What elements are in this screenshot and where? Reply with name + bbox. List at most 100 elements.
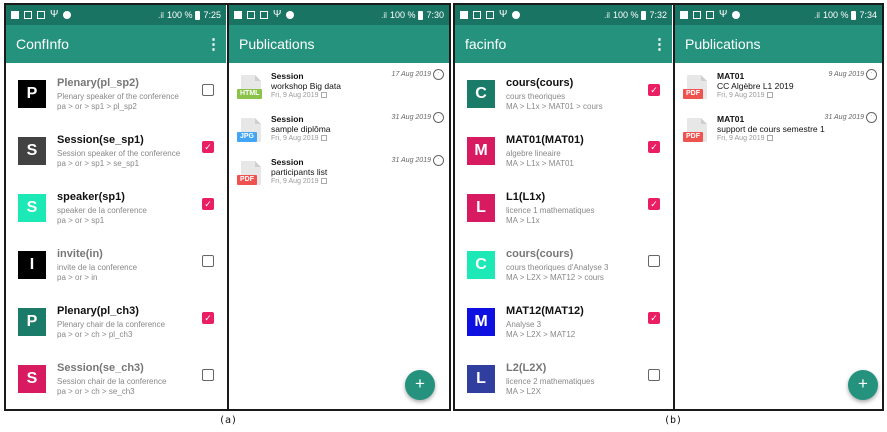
- publication-list: HTML Session workshop Big data Fri, 9 Aug 2…: [229, 63, 449, 200]
- item-checkbox[interactable]: [202, 255, 214, 267]
- list-item[interactable]: P Plenary(pl_ch3) Plenary chair de la conf…: [6, 297, 226, 354]
- add-button[interactable]: +: [848, 370, 878, 400]
- item-subtitle: licence 1 mathematiques: [506, 206, 595, 215]
- status-time: 7:30: [426, 10, 444, 20]
- more-vert-icon[interactable]: ⋮: [652, 35, 667, 53]
- list-item[interactable]: L L1(L1x) licence 1 mathematiques MA > L1x ✓: [455, 183, 672, 240]
- status-right: .il 100 % 7:32: [604, 10, 667, 20]
- item-path: MA > L1x > MAT01: [506, 159, 574, 168]
- publication-due-date: 9 Aug 2019: [828, 71, 864, 78]
- usb-icon: Ψ: [273, 9, 282, 20]
- item-checkbox[interactable]: ✓: [202, 141, 214, 153]
- alarm-clock-icon[interactable]: ·: [866, 112, 877, 123]
- list-item[interactable]: Ccours(cours) cours theoriques d'Analyse …: [455, 240, 672, 297]
- notification-icon: [234, 11, 242, 19]
- publication-due-date: 31 Aug 2019: [391, 157, 431, 164]
- item-title: Plenary(pl_sp2): [57, 77, 139, 89]
- list-item[interactable]: S Session(se_ch3) Session chair de la conf…: [6, 354, 226, 409]
- letter-avatar: S: [18, 137, 46, 165]
- list-item[interactable]: M MAT12(MAT12) Analyse 3 MA > L2X > MAT12 ✓: [455, 297, 672, 354]
- item-checkbox[interactable]: ✓: [648, 141, 660, 153]
- battery-icon: [195, 10, 201, 20]
- item-title: Session(se_ch3): [57, 362, 144, 374]
- add-button[interactable]: +: [405, 370, 435, 400]
- notification-icon: [460, 11, 468, 19]
- alarm-clock-icon[interactable]: ·: [433, 155, 444, 166]
- app-bar: facinfo ⋮: [455, 25, 672, 63]
- app-bar: ConfInfo ⋮: [6, 25, 226, 63]
- notification-icon: [473, 11, 481, 19]
- item-path: MA > L2X > MAT12: [506, 330, 576, 339]
- item-title: cours(cours): [506, 77, 574, 89]
- item-title: L2(L2X): [506, 362, 547, 374]
- alarm-clock-icon[interactable]: ·: [433, 69, 444, 80]
- item-path: pa > or > sp1 > se_sp1: [57, 159, 140, 168]
- publication-list: PDF MAT01 CC Algèbre L1 2019 Fri, 9 Aug 201…: [675, 63, 882, 157]
- status-time: 7:34: [859, 10, 877, 20]
- notification-icon: [37, 11, 45, 19]
- item-checkbox[interactable]: ✓: [648, 312, 660, 324]
- status-bar: Ψ .il 100 % 7:34: [675, 5, 882, 25]
- list-item[interactable]: L L2(L2X) licence 2 mathematiques MA > L2X: [455, 354, 672, 409]
- panel-b-publications-screen: Ψ .il 100 % 7:34 Publications PDF MAT01 CC Algè…: [675, 5, 882, 409]
- status-notification-icons: Ψ: [11, 10, 72, 20]
- item-checkbox[interactable]: [202, 84, 214, 96]
- publication-item[interactable]: PDF MAT01 CC Algèbre L1 2019 Fri, 9 Aug 201…: [675, 69, 882, 114]
- file-type-badge: HTML: [237, 89, 263, 99]
- battery-icon: [851, 10, 857, 20]
- list-item[interactable]: M MAT01(MAT01) algebre lineaire MA > L1x > …: [455, 126, 672, 183]
- signal-icon: .il: [381, 10, 387, 20]
- item-checkbox[interactable]: ✓: [202, 198, 214, 210]
- publication-item[interactable]: PDF Session participants list Fri, 9 Aug 20…: [229, 155, 449, 200]
- item-checkbox[interactable]: [202, 369, 214, 381]
- item-path: pa > or > ch > se_ch3: [57, 387, 135, 396]
- item-path: MA > L2X: [506, 387, 541, 396]
- publication-description: sample diplôma: [271, 124, 331, 134]
- letter-avatar: M: [467, 137, 495, 165]
- panel-a-roles-screen: Ψ .il 100 % 7:25 ConfInfo ⋮ P Plenary(pl_sp2) Pl…: [6, 5, 226, 409]
- letter-avatar: L: [467, 365, 495, 393]
- item-checkbox[interactable]: [648, 369, 660, 381]
- publication-item[interactable]: PDF MAT01 support de cours semestre 1 Fri, …: [675, 112, 882, 157]
- item-subtitle: licence 2 mathematiques: [506, 377, 595, 386]
- item-checkbox[interactable]: ✓: [648, 84, 660, 96]
- item-checkbox[interactable]: [648, 255, 660, 267]
- letter-avatar: L: [467, 194, 495, 222]
- item-title: L1(L1x): [506, 191, 546, 203]
- publication-date: Fri, 9 Aug 2019: [271, 135, 328, 142]
- panel-b-caption: (b): [664, 415, 683, 426]
- publication-item[interactable]: JPG Session sample diplôma Fri, 9 Aug 2019 3…: [229, 112, 449, 157]
- record-icon: [732, 11, 741, 19]
- alarm-clock-icon[interactable]: ·: [866, 69, 877, 80]
- role-list: P Plenary(pl_sp2) Plenary speaker of the c…: [6, 63, 226, 409]
- publication-description: support de cours semestre 1: [717, 124, 825, 134]
- item-title: cours(cours): [506, 248, 574, 260]
- list-item[interactable]: S Session(se_sp1) Session speaker of the c…: [6, 126, 226, 183]
- item-title: Session(se_sp1): [57, 134, 144, 146]
- list-item[interactable]: Iinvite(in) invite de la conference pa > o…: [6, 240, 226, 297]
- panel-a-caption: (a): [219, 415, 238, 426]
- more-vert-icon[interactable]: ⋮: [206, 35, 221, 53]
- publication-date: Fri, 9 Aug 2019: [271, 178, 328, 185]
- battery-icon: [418, 10, 424, 20]
- list-item[interactable]: Sspeaker(sp1) speaker de la conference pa …: [6, 183, 226, 240]
- status-right: .il 100 % 7:30: [381, 10, 444, 20]
- item-path: pa > or > ch > pl_ch3: [57, 330, 133, 339]
- alarm-clock-icon[interactable]: ·: [433, 112, 444, 123]
- letter-avatar: P: [18, 308, 46, 336]
- list-item[interactable]: P Plenary(pl_sp2) Plenary speaker of the c…: [6, 69, 226, 126]
- publication-date-text: Fri, 9 Aug 2019: [717, 92, 765, 99]
- letter-avatar: S: [18, 194, 46, 222]
- signal-icon: .il: [814, 10, 820, 20]
- item-checkbox[interactable]: ✓: [202, 312, 214, 324]
- item-title: MAT01(MAT01): [506, 134, 584, 146]
- file-type-badge: PDF: [237, 175, 257, 185]
- usb-icon: Ψ: [499, 9, 508, 20]
- item-path: pa > or > sp1: [57, 216, 105, 225]
- notification-icon: [693, 11, 701, 19]
- status-right: .il 100 % 7:25: [158, 10, 221, 20]
- list-item[interactable]: Ccours(cours) cours theoriques MA > L1x > …: [455, 69, 672, 126]
- publication-item[interactable]: HTML Session workshop Big data Fri, 9 Aug 2…: [229, 69, 449, 114]
- item-checkbox[interactable]: ✓: [648, 198, 660, 210]
- app-bar: Publications: [675, 25, 882, 63]
